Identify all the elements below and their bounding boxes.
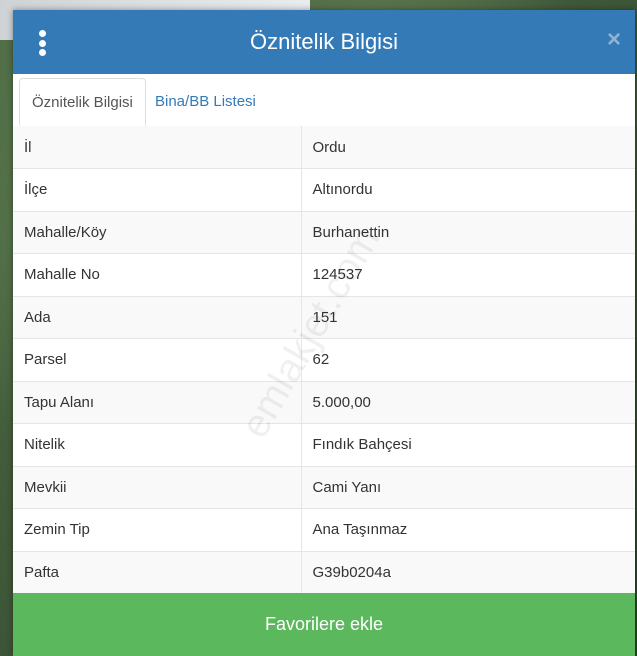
table-row: Mevkii Cami Yanı	[13, 466, 635, 509]
table-row: Mahalle/Köy Burhanettin	[13, 211, 635, 254]
attribute-value: Ordu	[301, 126, 635, 169]
add-to-favorites-button[interactable]: Favorilere ekle	[13, 593, 635, 656]
attribute-value: 5.000,00	[301, 381, 635, 424]
table-row: İlçe Altınordu	[13, 168, 635, 212]
attribute-key: Zemin Tip	[13, 508, 302, 552]
attribute-key: Mahalle/Köy	[13, 211, 302, 254]
attribute-key: Mahalle No	[13, 253, 302, 297]
attribute-value: Ana Taşınmaz	[301, 508, 635, 552]
attribute-key: Tapu Alanı	[13, 381, 302, 424]
table-row: Ada 151	[13, 296, 635, 339]
table-row: Nitelik Fındık Bahçesi	[13, 423, 635, 467]
attribute-value: Altınordu	[301, 168, 635, 212]
table-row: Pafta G39b0204a	[13, 551, 635, 594]
attribute-key: Ada	[13, 296, 302, 339]
table-row: Zemin Tip Ana Taşınmaz	[13, 508, 635, 552]
dialog-title: Öznitelik Bilgisi	[250, 29, 398, 54]
tab-bar: Öznitelik Bilgisi Bina/BB Listesi	[13, 74, 635, 127]
attribute-key: Pafta	[13, 551, 302, 594]
attribute-value: Fındık Bahçesi	[301, 423, 635, 467]
dialog-header: Öznitelik Bilgisi ×	[13, 10, 635, 74]
kebab-menu-icon[interactable]	[37, 30, 47, 56]
attribute-value: 124537	[301, 253, 635, 297]
attribute-value: Cami Yanı	[301, 466, 635, 509]
attribute-value: 62	[301, 338, 635, 382]
attribute-value: G39b0204a	[301, 551, 635, 594]
close-icon[interactable]: ×	[607, 28, 621, 52]
table-row: Mahalle No 124537	[13, 253, 635, 297]
attribute-value: 151	[301, 296, 635, 339]
table-row: İl Ordu	[13, 126, 635, 169]
attribute-key: Nitelik	[13, 423, 302, 467]
table-row: Parsel 62	[13, 338, 635, 382]
attribute-table: İl Ordu İlçe Altınordu Mahalle/Köy Burha…	[13, 126, 635, 594]
table-row: Tapu Alanı 5.000,00	[13, 381, 635, 424]
attribute-value: Burhanettin	[301, 211, 635, 254]
attribute-dialog: Öznitelik Bilgisi × Öznitelik Bilgisi Bi…	[13, 10, 635, 656]
attribute-key: Mevkii	[13, 466, 302, 509]
tab-attribute-info[interactable]: Öznitelik Bilgisi	[19, 78, 146, 126]
attribute-key: Parsel	[13, 338, 302, 382]
attribute-key: İlçe	[13, 168, 302, 212]
attribute-key: İl	[13, 126, 302, 169]
tab-building-list[interactable]: Bina/BB Listesi	[143, 78, 268, 126]
